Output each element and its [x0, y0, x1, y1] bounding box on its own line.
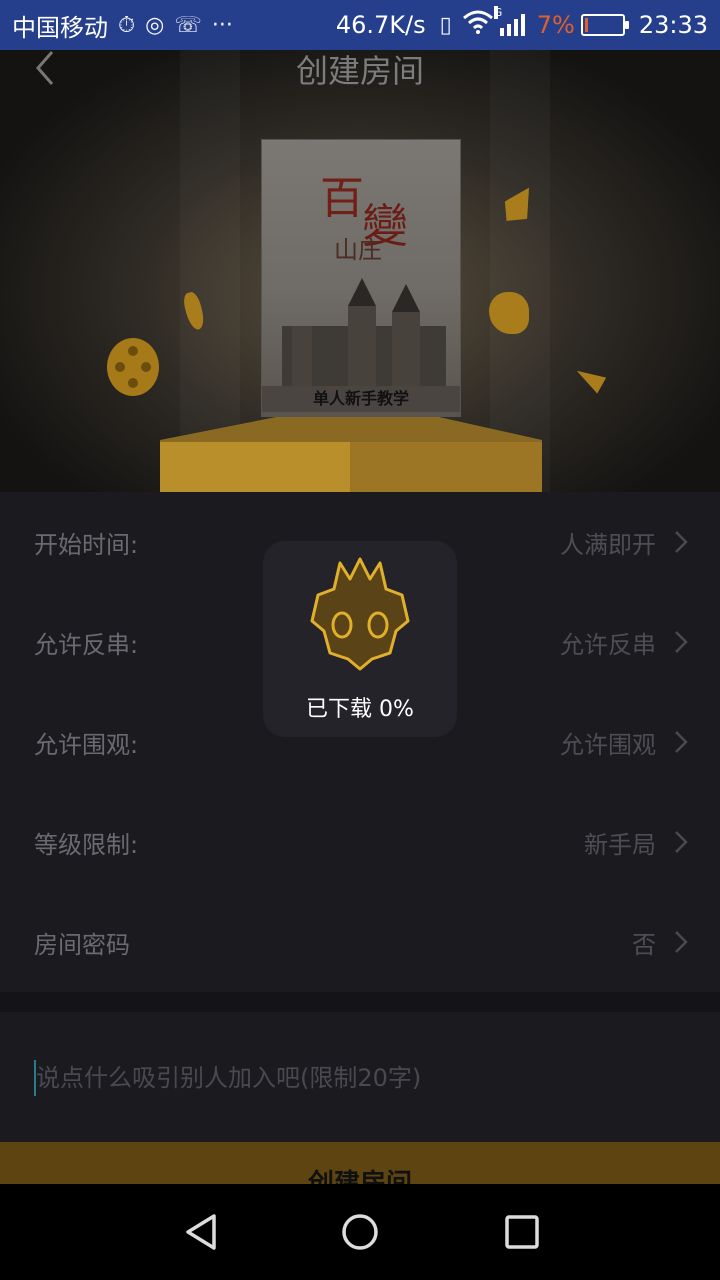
recents-square-icon[interactable]: [502, 1212, 542, 1252]
clock: 23:33: [638, 11, 708, 39]
battery-icon: [580, 14, 629, 36]
system-nav-bar: [0, 1184, 720, 1280]
status-bar: 中国移动 ⏱ ◎ ☏ ··· 46.7K/s ▯ G 7% 23:33: [0, 0, 720, 50]
wifi-icon: [462, 10, 494, 40]
location-icon: ◎: [145, 12, 165, 38]
network-speed: 46.7K/s: [335, 11, 426, 39]
mask-logo-icon: [310, 557, 410, 671]
battery-percent: 7%: [536, 11, 575, 39]
home-circle-icon[interactable]: [340, 1212, 380, 1252]
download-progress-text: 已下载 0%: [306, 697, 414, 722]
alarm-icon: ⏱: [118, 12, 136, 38]
signal-icon: G: [493, 6, 525, 36]
more-icon: ···: [211, 12, 233, 38]
phone-icon: ☏: [174, 12, 202, 38]
vibrate-icon: ▯: [439, 12, 452, 38]
back-triangle-icon[interactable]: [182, 1212, 222, 1252]
download-progress-toast: 已下载 0%: [263, 541, 457, 737]
battery-fill: [584, 18, 588, 32]
network-type: G: [493, 6, 503, 19]
carrier-name: 中国移动: [12, 13, 108, 42]
